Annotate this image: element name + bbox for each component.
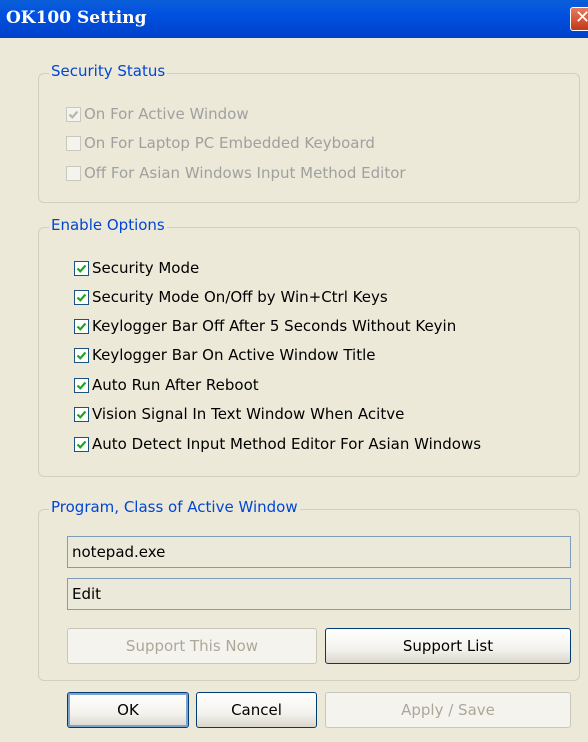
support-list-button[interactable]: Support List: [325, 628, 571, 664]
class-field[interactable]: Edit: [67, 578, 571, 610]
checkbox-auto-detect-ime[interactable]: Auto Detect Input Method Editor For Asia…: [74, 434, 481, 454]
support-this-now-button[interactable]: Support This Now: [67, 628, 317, 664]
checkbox-vision-signal[interactable]: Vision Signal In Text Window When Acitve: [74, 404, 404, 424]
title-bar: OK100 Setting ✕: [0, 0, 588, 38]
checkbox-checked-icon: [74, 406, 89, 422]
checkbox-label: Off For Asian Windows Input Method Edito…: [84, 164, 406, 182]
checkbox-checked-icon: [74, 347, 89, 363]
checkbox-security-mode-hotkey[interactable]: Security Mode On/Off by Win+Ctrl Keys: [74, 287, 388, 307]
checkbox-keylogger-bar-off[interactable]: Keylogger Bar Off After 5 Seconds Withou…: [74, 316, 456, 336]
checkbox-keylogger-bar-on-title[interactable]: Keylogger Bar On Active Window Title: [74, 345, 375, 365]
program-field[interactable]: notepad.exe: [67, 536, 571, 568]
checkbox-on-for-laptop-keyboard[interactable]: On For Laptop PC Embedded Keyboard: [66, 133, 375, 153]
checkbox-label: Security Mode On/Off by Win+Ctrl Keys: [92, 288, 388, 306]
checkbox-label: Keylogger Bar On Active Window Title: [92, 346, 376, 364]
cancel-button[interactable]: Cancel: [196, 692, 317, 728]
checkbox-checked-icon: [74, 289, 89, 305]
close-button[interactable]: ✕: [570, 7, 588, 31]
checkbox-label: Security Mode: [92, 259, 200, 277]
checkbox-label: Keylogger Bar Off After 5 Seconds Withou…: [92, 317, 457, 335]
checkbox-label: Auto Detect Input Method Editor For Asia…: [92, 435, 482, 453]
checkbox-security-mode[interactable]: Security Mode: [74, 258, 199, 278]
checkbox-checked-icon: [66, 106, 81, 122]
checkbox-unchecked-icon: [66, 165, 81, 181]
checkbox-checked-icon: [74, 436, 89, 452]
window-title: OK100 Setting: [6, 8, 147, 28]
security-status-legend: Security Status: [49, 62, 168, 80]
checkbox-label: Vision Signal In Text Window When Acitve: [92, 405, 405, 423]
checkbox-checked-icon: [74, 318, 89, 334]
checkbox-label: On For Active Window: [84, 105, 249, 123]
apply-save-button[interactable]: Apply / Save: [325, 692, 571, 728]
ok-button[interactable]: OK: [67, 692, 189, 728]
checkbox-auto-run[interactable]: Auto Run After Reboot: [74, 375, 259, 395]
close-icon: ✕: [575, 7, 588, 28]
checkbox-label: Auto Run After Reboot: [92, 376, 259, 394]
checkbox-checked-icon: [74, 260, 89, 276]
checkbox-off-for-asian-ime[interactable]: Off For Asian Windows Input Method Edito…: [66, 163, 406, 183]
checkbox-on-for-active-window[interactable]: On For Active Window: [66, 104, 249, 124]
checkbox-checked-icon: [74, 377, 89, 393]
enable-options-legend: Enable Options: [49, 216, 167, 234]
active-window-legend: Program, Class of Active Window: [49, 498, 300, 516]
checkbox-label: On For Laptop PC Embedded Keyboard: [84, 134, 375, 152]
checkbox-unchecked-icon: [66, 135, 81, 151]
